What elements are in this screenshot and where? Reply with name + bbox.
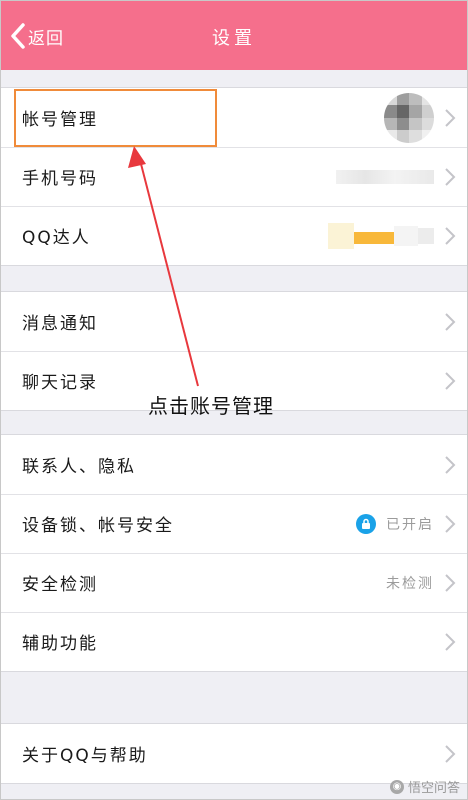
row-contacts-privacy[interactable]: 联系人、隐私 (0, 435, 468, 494)
nav-bar: 返回 设置 (0, 0, 468, 70)
chevron-right-icon (445, 573, 456, 592)
status-text: 已开启 (386, 516, 434, 533)
chat-bubble-icon: ◉ (389, 779, 404, 794)
chevron-right-icon (445, 167, 456, 186)
row-device-lock-security[interactable]: 设备锁、帐号安全 已开启 (0, 494, 468, 553)
page-title: 设置 (212, 28, 256, 49)
row-phone-number[interactable]: 手机号码 (0, 147, 468, 206)
row-label: 安全检测 (22, 575, 98, 595)
privacy-security-group: 联系人、隐私 设备锁、帐号安全 已开启 安全检测 未检测 辅助功能 (0, 434, 468, 672)
row-label: 设备锁、帐号安全 (22, 516, 174, 536)
status-text: 未检测 (386, 575, 434, 592)
lock-icon (356, 513, 376, 534)
annotation-highlight-box (14, 89, 217, 147)
row-notifications[interactable]: 消息通知 (0, 292, 468, 351)
chevron-right-icon (445, 312, 456, 331)
chevron-right-icon (445, 108, 456, 127)
watermark: ◉ 悟空问答 (389, 777, 460, 796)
row-label: 联系人、隐私 (22, 457, 136, 477)
row-qq-talent[interactable]: QQ达人 (0, 206, 468, 265)
row-security-check[interactable]: 安全检测 未检测 (0, 553, 468, 612)
row-label: 消息通知 (22, 314, 98, 334)
row-label: QQ达人 (22, 228, 91, 248)
chevron-right-icon (445, 514, 456, 533)
watermark-text: 悟空问答 (407, 781, 460, 796)
avatar (384, 92, 434, 143)
row-label: 手机号码 (22, 169, 98, 189)
chevron-right-icon (445, 744, 456, 763)
row-label: 关于QQ与帮助 (22, 746, 148, 766)
chevron-right-icon (445, 455, 456, 474)
chevron-right-icon (445, 371, 456, 390)
about-group: 关于QQ与帮助 (0, 723, 468, 784)
blurred-phone-value (336, 169, 434, 184)
row-label: 辅助功能 (22, 634, 98, 654)
row-about-help[interactable]: 关于QQ与帮助 (0, 724, 468, 783)
annotation-text: 点击账号管理 (148, 394, 274, 418)
chevron-right-icon (445, 226, 456, 245)
chevron-right-icon (445, 632, 456, 651)
row-accessibility[interactable]: 辅助功能 (0, 612, 468, 671)
blurred-talent-badge (328, 222, 434, 249)
